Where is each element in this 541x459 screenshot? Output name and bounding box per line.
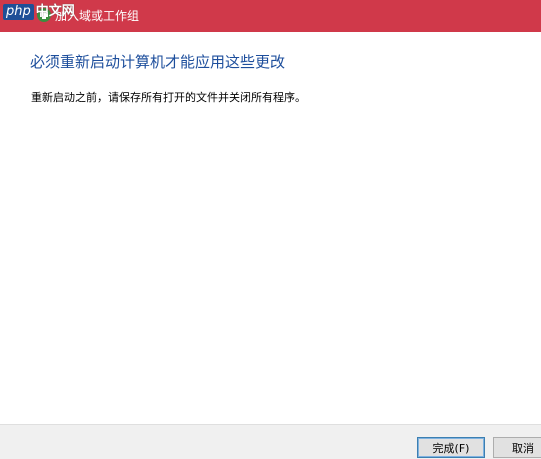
cancel-button[interactable]: 取消 [493,437,541,458]
restart-message: 重新启动之前，请保存所有打开的文件并关闭所有程序。 [31,91,306,104]
finish-button[interactable]: 完成(F) [417,437,485,458]
footer-bar: 完成(F) 取消 [0,424,541,459]
watermark-php: php [3,4,34,20]
page-heading: 必须重新启动计算机才能应用这些更改 [30,53,286,71]
watermark-cn: 中文网 [35,4,75,19]
watermark: php 中文网 [3,2,75,22]
